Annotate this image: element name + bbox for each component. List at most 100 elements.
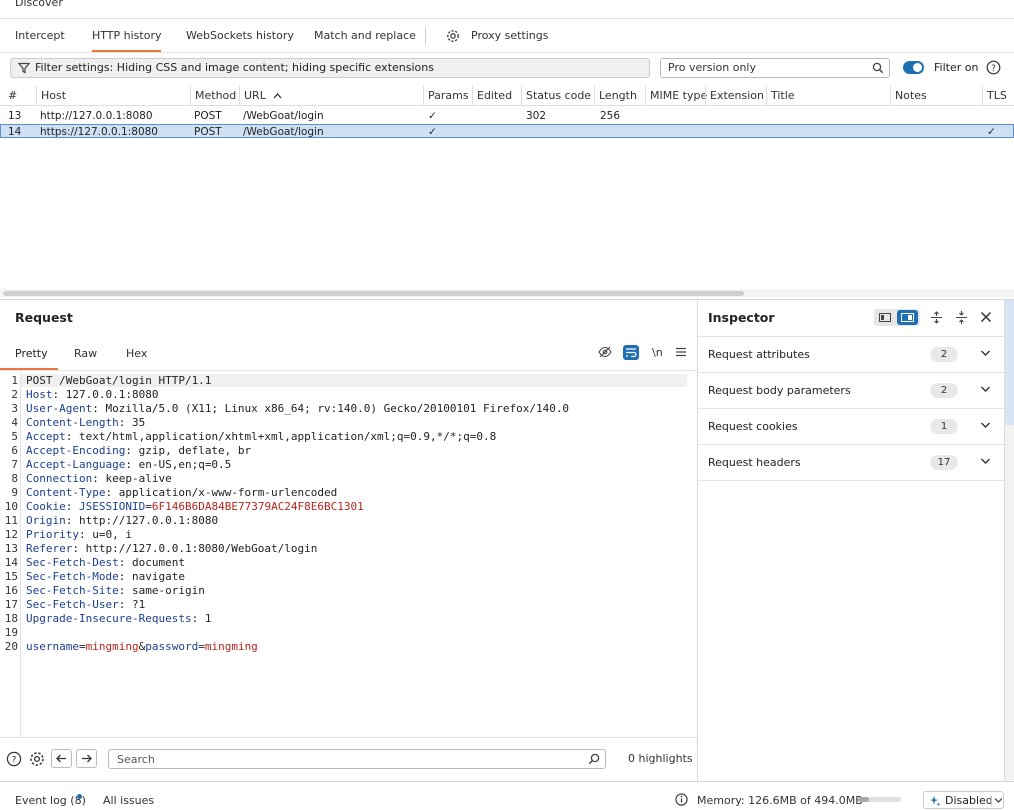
divider [0,781,1014,782]
word-wrap-toggle-icon[interactable] [623,345,639,360]
close-icon[interactable] [980,311,992,323]
column-header-host[interactable]: Host [36,86,66,106]
code-line[interactable]: Sec-Fetch-Mode: navigate [26,570,185,584]
column-header-mime-type[interactable]: MIME type [645,86,707,106]
inspector-section-request-cookies[interactable]: Request cookies 1 [698,409,1004,445]
token-text: = [145,500,152,513]
column-header-url[interactable]: URL [239,86,423,106]
cell-method: POST [194,126,222,138]
token-text: POST /WebGoat/login HTTP/1.1 [26,374,212,387]
search-icon[interactable] [588,753,600,765]
request-search-input[interactable]: Search [108,749,606,769]
code-line[interactable]: User-Agent: Mozilla/5.0 (X11; Linux x86_… [26,402,569,416]
filter-toggle[interactable] [903,61,924,74]
line-number: 2 [11,388,18,401]
tab-http-history[interactable]: HTTP history [92,20,162,52]
code-line[interactable]: Origin: http://127.0.0.1:8080 [26,514,218,528]
side-strip-active-tab[interactable] [1005,300,1014,425]
burp-proxy-window: Discover Intercept HTTP history WebSocke… [0,0,1014,810]
inspector-section-request-body-parameters[interactable]: Request body parameters 2 [698,373,1004,409]
code-line[interactable]: Accept: text/html,application/xhtml+xml,… [26,430,496,444]
token-text: : keep-alive [92,472,172,485]
column-header-tls[interactable]: TLS [982,86,1007,106]
code-line[interactable]: Connection: keep-alive [26,472,172,486]
token-name: Origin [26,514,66,527]
tab-match-and-replace[interactable]: Match and replace [314,20,416,52]
layout-side-icon[interactable] [897,310,918,325]
column-header-status-code[interactable]: Status code [521,86,591,106]
all-issues-button[interactable]: All issues [103,794,154,807]
column-header-number[interactable]: # [4,86,17,106]
column-header-method[interactable]: Method [190,86,236,106]
tab-hex[interactable]: Hex [126,347,147,360]
help-icon[interactable]: ? [6,751,22,767]
chevron-down-icon[interactable] [980,421,991,429]
code-line[interactable]: Accept-Language: en-US,en;q=0.5 [26,458,231,472]
tab-pretty[interactable]: Pretty [0,340,58,370]
dropdown-separator [991,795,992,806]
next-match-button[interactable] [76,749,97,768]
table-row[interactable]: 13 http://127.0.0.1:8080 POST /WebGoat/l… [0,109,1014,123]
code-line[interactable]: Upgrade-Insecure-Requests: 1 [26,612,211,626]
chevron-down-icon[interactable] [980,457,991,465]
help-icon[interactable]: ? [986,60,1001,75]
section-count-badge: 1 [930,419,958,434]
code-line[interactable]: Cookie: JSESSIONID=6F146B6DA84BE77379AC2… [26,500,364,514]
line-number: 12 [4,528,18,541]
gear-icon[interactable] [445,28,461,44]
tab-raw[interactable]: Raw [74,347,97,360]
search-icon[interactable] [872,62,884,74]
column-header-extension[interactable]: Extension [705,86,764,106]
code-line[interactable]: POST /WebGoat/login HTTP/1.1 [26,374,211,388]
line-number: 14 [4,556,18,569]
code-line[interactable]: Referer: http://127.0.0.1:8080/WebGoat/l… [26,542,317,556]
tab-pretty-label: Pretty [15,347,48,360]
code-line[interactable]: Content-Length: 35 [26,416,145,430]
expand-all-icon[interactable] [930,311,943,324]
filter-icon [18,62,30,74]
code-line[interactable]: Sec-Fetch-User: ?1 [26,598,145,612]
settings-gear-icon[interactable] [28,750,46,768]
filter-settings-bar[interactable]: Filter settings: Hiding CSS and image co… [10,58,650,78]
tab-proxy-settings[interactable]: Proxy settings [471,20,549,52]
code-line[interactable]: Accept-Encoding: gzip, deflate, br [26,444,251,458]
menu-icon[interactable] [676,347,686,357]
column-header-notes[interactable]: Notes [890,86,927,106]
table-row-selected[interactable]: 14 https://127.0.0.1:8080 POST /WebGoat/… [0,124,1014,138]
code-line[interactable]: Sec-Fetch-Site: same-origin [26,584,205,598]
tab-websockets-history[interactable]: WebSockets history [186,20,294,52]
event-log-button[interactable]: Event log (8) [15,794,86,807]
line-number: 20 [4,640,18,653]
code-line[interactable]: Content-Type: application/x-www-form-url… [26,486,337,500]
code-line[interactable]: Sec-Fetch-Dest: document [26,556,185,570]
previous-match-button[interactable] [51,749,72,768]
inspector-section-request-attributes[interactable]: Request attributes 2 [698,337,1004,373]
token-name: Referer [26,542,73,555]
cell-number: 14 [8,126,22,138]
chevron-down-icon[interactable] [980,385,991,393]
code-line[interactable]: Priority: u=0, i [26,528,132,542]
cell-host: https://127.0.0.1:8080 [40,126,158,138]
line-number: 5 [11,430,18,443]
token-name: Accept [26,430,66,443]
column-header-edited[interactable]: Edited [472,86,512,106]
collapse-all-icon[interactable] [955,311,968,324]
layout-list-icon[interactable] [879,313,891,322]
column-header-params[interactable]: Params [423,86,469,106]
cell-params-check: ✓ [428,110,437,122]
code-line[interactable]: username=mingming&password=mingming [26,640,258,654]
hide-non-printable-icon[interactable] [598,346,612,358]
search-input[interactable]: Pro version only [660,58,890,78]
ai-status-dropdown[interactable]: Disabled [923,791,1004,809]
request-editor[interactable]: 1 POST /WebGoat/login HTTP/1.1 2 Host: 127.… [0,374,697,738]
chevron-down-icon[interactable] [980,349,991,357]
code-line[interactable]: Host: 127.0.0.1:8080 [26,388,158,402]
discover-label[interactable]: Discover [15,0,63,9]
column-header-length[interactable]: Length [594,86,637,106]
inspector-section-request-headers[interactable]: Request headers 17 [698,445,1004,481]
table-scrollbar-thumb[interactable] [3,291,744,296]
newline-toggle[interactable]: \n [652,346,663,359]
tab-intercept[interactable]: Intercept [15,20,65,52]
tab-separator [425,27,426,45]
column-header-title[interactable]: Title [766,86,795,106]
